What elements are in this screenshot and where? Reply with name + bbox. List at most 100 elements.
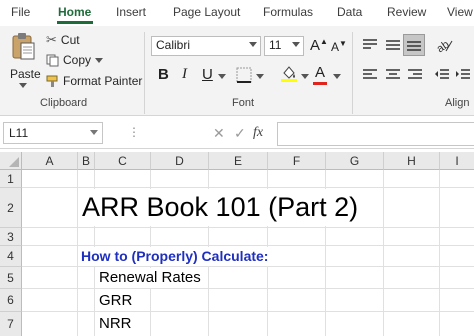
orientation-icon[interactable]: ab (436, 37, 454, 53)
title-text: ARR Book 101 (Part 2) (82, 192, 359, 222)
enter-button[interactable]: ✓ (234, 125, 246, 142)
row-header[interactable]: 5 (0, 267, 22, 289)
formula-bar: L11 ⋮ ✕ ✓ fx (0, 116, 474, 149)
align-center-icon[interactable] (385, 68, 401, 82)
group-divider (352, 32, 353, 114)
tab-file[interactable]: File (11, 5, 30, 19)
row-header[interactable]: 2 (0, 188, 22, 228)
decrease-indent-icon[interactable] (434, 68, 450, 82)
top-align-icon[interactable] (362, 38, 378, 52)
row-header[interactable]: 7 (0, 312, 22, 336)
column-header[interactable]: G (326, 152, 384, 170)
underline-dropdown-icon[interactable] (218, 74, 226, 79)
gridline (22, 311, 474, 312)
font-size-combo[interactable]: 11 (264, 36, 304, 56)
grow-font-button[interactable]: A▲ (310, 37, 328, 54)
bold-button[interactable]: B (158, 66, 169, 83)
font-color-dropdown-icon[interactable] (333, 74, 341, 79)
borders-icon[interactable] (236, 67, 252, 83)
cut-button[interactable]: ✂ Cut (46, 32, 80, 48)
fill-color-dropdown-icon[interactable] (301, 74, 309, 79)
paste-icon (12, 33, 35, 60)
clipboard-group-label: Clipboard (40, 97, 88, 109)
font-color-button[interactable]: A (315, 64, 325, 81)
align-right-icon[interactable] (407, 68, 423, 82)
row-header[interactable]: 1 (0, 170, 22, 188)
cell-item-nrr[interactable]: NRR (95, 313, 136, 335)
bottom-align-button[interactable] (403, 34, 425, 56)
column-header[interactable]: B (78, 152, 95, 170)
cut-label: Cut (60, 33, 80, 47)
font-name-combo[interactable]: Calibri (151, 36, 261, 56)
row-header[interactable]: 6 (0, 289, 22, 312)
copy-label: Copy (63, 53, 92, 67)
row-header[interactable]: 4 (0, 246, 22, 267)
middle-align-icon[interactable] (385, 38, 401, 52)
subtitle-text: How to (Properly) Calculate: (81, 248, 269, 264)
cell-item-renewal-rates[interactable]: Renewal Rates (95, 268, 205, 288)
column-header[interactable]: D (151, 152, 209, 170)
font-name-dropdown-icon (249, 42, 257, 47)
increase-indent-icon[interactable] (455, 68, 471, 82)
shrink-font-button[interactable]: A▼ (331, 39, 347, 54)
paste-label: Paste (10, 67, 41, 81)
select-all-corner[interactable] (0, 152, 22, 170)
column-header[interactable]: F (268, 152, 326, 170)
column-header[interactable]: E (209, 152, 268, 170)
gridline (22, 288, 474, 289)
group-divider (144, 32, 145, 114)
borders-dropdown-icon[interactable] (256, 74, 264, 79)
column-header[interactable]: C (95, 152, 151, 170)
format-painter-label: Format Painter (63, 74, 143, 88)
gridline (22, 187, 474, 188)
gridline (22, 266, 474, 267)
tab-insert[interactable]: Insert (116, 5, 146, 19)
column-header[interactable]: H (384, 152, 440, 170)
cancel-button[interactable]: ✕ (213, 125, 225, 142)
ribbon-home: Paste ✂ Cut Copy Format Painter Clipboar… (0, 26, 474, 116)
tab-page-layout[interactable]: Page Layout (173, 5, 240, 19)
font-size-dropdown-icon (292, 42, 300, 47)
ribbon-tab-bar: File Home Insert Page Layout Formulas Da… (0, 0, 474, 26)
item-text: NRR (99, 315, 132, 332)
scissors-icon: ✂ (46, 32, 57, 47)
tab-view[interactable]: View (447, 5, 473, 19)
copy-button[interactable]: Copy (46, 53, 104, 67)
copy-icon (46, 54, 59, 66)
font-color-bar (313, 82, 327, 85)
cell-subtitle[interactable]: How to (Properly) Calculate: (78, 247, 272, 266)
tab-formulas[interactable]: Formulas (263, 5, 313, 19)
format-painter-icon (46, 75, 58, 87)
font-group-label: Font (232, 97, 255, 109)
active-tab-indicator (57, 21, 93, 24)
row-header[interactable]: 3 (0, 228, 22, 246)
gridline (22, 245, 474, 246)
cell-item-grr[interactable]: GRR (95, 290, 136, 311)
formula-input[interactable] (277, 122, 474, 146)
gridline (22, 227, 474, 228)
name-box[interactable]: L11 (3, 122, 103, 144)
format-painter-button[interactable]: Format Painter (46, 74, 142, 88)
grow-font-icon: A (310, 37, 321, 54)
copy-dropdown-icon (95, 57, 104, 63)
item-text: GRR (99, 292, 133, 309)
tab-data[interactable]: Data (337, 5, 362, 19)
paste-dropdown-icon (19, 83, 27, 88)
column-header[interactable]: A (22, 152, 78, 170)
insert-function-button[interactable]: fx (253, 125, 263, 141)
bottom-align-icon (407, 41, 421, 51)
formula-bar-grip-icon[interactable]: ⋮ (128, 125, 140, 139)
alignment-group-label: Align (445, 97, 470, 109)
align-left-icon[interactable] (362, 68, 378, 82)
tab-review[interactable]: Review (387, 5, 426, 19)
fill-color-icon[interactable] (280, 64, 298, 82)
tab-home[interactable]: Home (58, 5, 91, 19)
font-size-value: 11 (269, 38, 282, 52)
font-name-value: Calibri (156, 38, 191, 52)
cell-title[interactable]: ARR Book 101 (Part 2) (78, 189, 363, 226)
paste-button[interactable]: Paste (8, 30, 41, 88)
italic-button[interactable]: I (182, 66, 187, 83)
select-all-triangle-icon (9, 157, 19, 167)
column-header[interactable]: I (440, 152, 474, 170)
underline-button[interactable]: U (202, 66, 213, 83)
